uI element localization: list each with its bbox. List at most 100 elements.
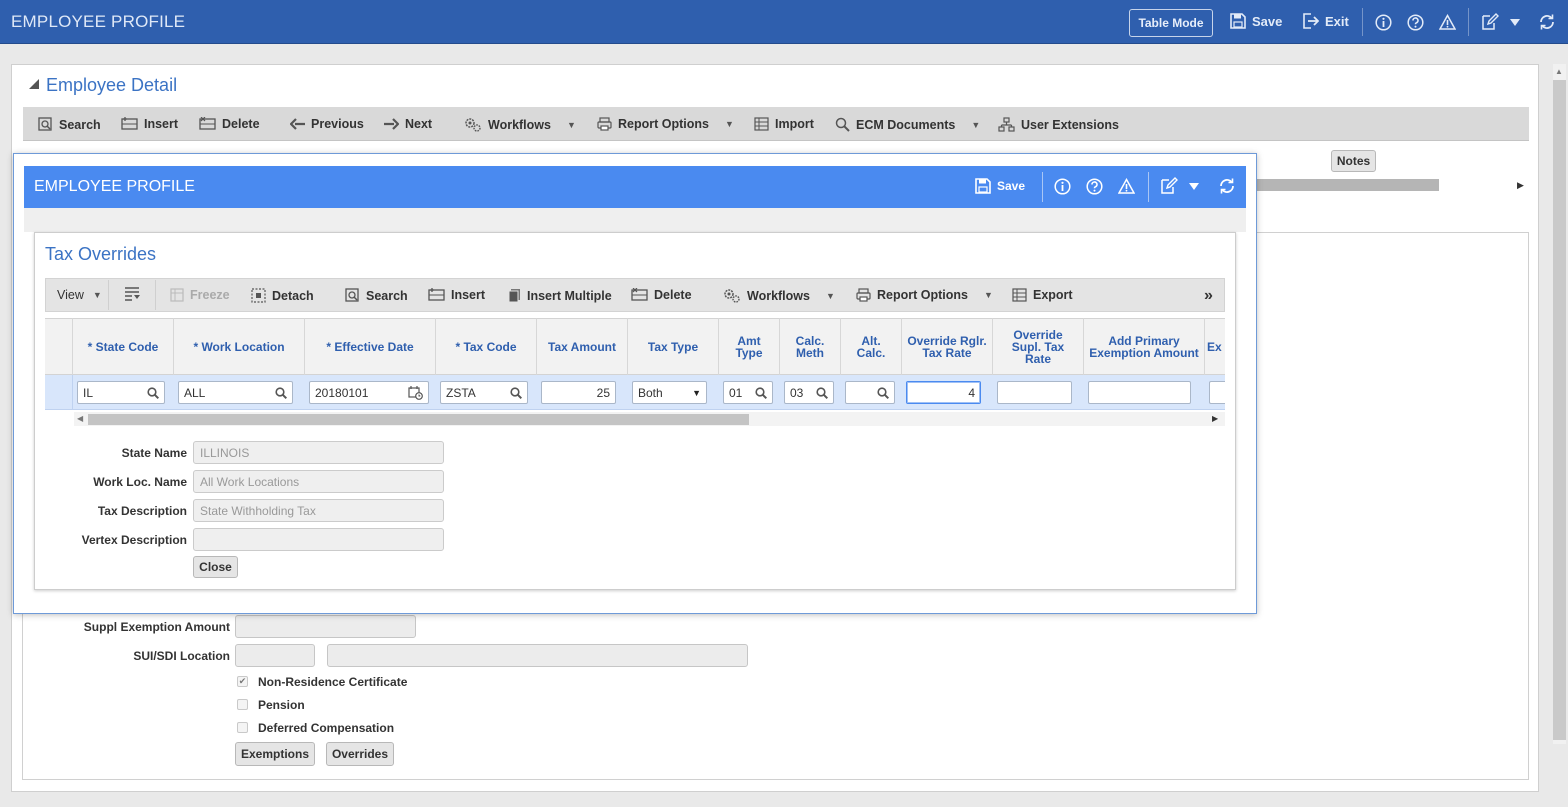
bg-delete-button[interactable]: Delete <box>199 117 260 131</box>
work-location-input[interactable]: ALL <box>178 381 293 404</box>
tax-code-input[interactable]: ZSTA <box>440 381 528 404</box>
bg-next-button[interactable]: Next <box>384 117 432 131</box>
delete-icon <box>631 288 648 302</box>
freeze-button[interactable]: Freeze <box>170 288 230 302</box>
help-icon[interactable] <box>1086 178 1103 195</box>
tax-type-select[interactable]: Both ▼ <box>632 381 707 404</box>
col-calc-meth[interactable]: Calc. Meth <box>779 318 840 375</box>
chevron-down-icon[interactable]: ▼ <box>971 120 980 130</box>
non-residence-checkbox[interactable]: ✔ <box>237 676 248 687</box>
warning-icon[interactable] <box>1439 14 1456 30</box>
search-button[interactable]: Search <box>345 288 408 303</box>
edit-icon[interactable] <box>1160 177 1178 195</box>
insert-multiple-button[interactable]: Insert Multiple <box>508 288 612 303</box>
insert-button[interactable]: Insert <box>428 288 485 302</box>
search-icon[interactable] <box>755 386 767 399</box>
modal-save-button[interactable]: Save <box>975 178 1025 194</box>
chevron-down-icon[interactable] <box>1510 19 1520 26</box>
help-icon[interactable] <box>1407 14 1424 31</box>
sui-sdi-code-field[interactable] <box>235 644 315 667</box>
col-tax-amount[interactable]: Tax Amount <box>536 318 627 375</box>
grid-hscroll-thumb[interactable] <box>88 414 749 425</box>
search-icon[interactable] <box>877 386 889 399</box>
tax-amount-input[interactable]: 25 <box>541 381 616 404</box>
filter-columns-icon[interactable] <box>124 287 140 302</box>
add-primary-input[interactable] <box>1088 381 1191 404</box>
notes-button[interactable]: Notes <box>1331 150 1376 172</box>
view-dropdown[interactable]: View ▼ <box>57 288 102 302</box>
edit-icon[interactable] <box>1481 13 1499 31</box>
info-icon[interactable] <box>1054 178 1071 195</box>
info-icon[interactable] <box>1375 14 1392 31</box>
close-button[interactable]: Close <box>193 556 238 578</box>
bg-previous-button[interactable]: Previous <box>290 117 364 131</box>
chevron-down-icon[interactable]: ▼ <box>725 119 734 129</box>
table-mode-button[interactable]: Table Mode <box>1129 9 1213 37</box>
bg-insert-button[interactable]: Insert <box>121 117 178 131</box>
col-override-supl[interactable]: Override Supl. Tax Rate <box>992 318 1083 375</box>
deferred-comp-checkbox[interactable] <box>237 722 248 733</box>
search-icon[interactable] <box>510 386 522 399</box>
overrides-button[interactable]: Overrides <box>326 742 394 766</box>
refresh-icon[interactable] <box>1218 177 1236 195</box>
search-icon[interactable] <box>816 386 828 399</box>
chevron-down-icon[interactable]: ▼ <box>567 120 576 130</box>
bg-grid-scrollbar[interactable] <box>1257 179 1439 191</box>
collapse-triangle-icon[interactable] <box>29 79 39 89</box>
refresh-icon[interactable] <box>1538 13 1556 31</box>
bg-form-frame <box>1257 232 1529 780</box>
calc-meth-input[interactable]: 03 <box>784 381 834 404</box>
state-code-input[interactable]: IL <box>77 381 165 404</box>
col-tax-type[interactable]: Tax Type <box>627 318 718 375</box>
col-amt-type[interactable]: Amt Type <box>718 318 779 375</box>
chevron-down-icon[interactable]: ▼ <box>984 290 993 300</box>
override-supl-input[interactable] <box>997 381 1072 404</box>
page-scrollbar-thumb[interactable] <box>1553 80 1566 740</box>
workflows-button[interactable]: Workflows ▼ <box>723 288 835 303</box>
col-state-code[interactable]: * State Code <box>72 318 173 375</box>
header-save-label: Save <box>1252 13 1283 29</box>
effective-date-input[interactable]: 20180101 <box>309 381 429 404</box>
bg-search-button[interactable]: Search <box>38 117 101 132</box>
export-button[interactable]: Export <box>1012 288 1073 302</box>
col-effective-date[interactable]: * Effective Date <box>304 318 435 375</box>
chevron-down-icon[interactable] <box>1189 183 1199 190</box>
chevron-right-icon[interactable]: ▶ <box>1212 414 1218 423</box>
pension-checkbox[interactable] <box>237 699 248 710</box>
chevron-right-icon[interactable]: ▶ <box>1517 180 1524 191</box>
search-icon[interactable] <box>275 386 287 399</box>
search-icon[interactable] <box>147 386 159 399</box>
override-rglr-input[interactable]: 4 <box>906 381 981 404</box>
amt-type-input[interactable]: 01 <box>723 381 773 404</box>
chevron-left-icon[interactable]: ◀ <box>77 414 83 423</box>
calendar-icon[interactable] <box>408 385 423 400</box>
alt-calc-input[interactable] <box>845 381 895 404</box>
suppl-exemption-field[interactable] <box>235 615 416 638</box>
tax-overrides-title: Tax Overrides <box>45 244 157 264</box>
col-add-primary[interactable]: Add Primary Exemption Amount <box>1083 318 1204 375</box>
exemptions-button[interactable]: Exemptions <box>235 742 315 766</box>
bg-import-button[interactable]: Import <box>754 117 814 131</box>
col-ex-truncated[interactable]: Ex <box>1204 318 1225 375</box>
sui-sdi-description-field[interactable] <box>327 644 748 667</box>
chevron-up-icon[interactable]: ▲ <box>1555 67 1563 76</box>
pension-label: Pension <box>258 698 305 712</box>
col-tax-code[interactable]: * Tax Code <box>435 318 536 375</box>
more-chevrons-icon[interactable]: » <box>1204 287 1213 305</box>
header-exit-button[interactable]: Exit <box>1302 13 1349 29</box>
warning-icon[interactable] <box>1118 178 1135 194</box>
report-options-button[interactable]: Report Options ▼ <box>856 288 993 302</box>
col-override-rglr[interactable]: Override Rglr. Tax Rate <box>901 318 992 375</box>
col-alt-calc[interactable]: Alt. Calc. <box>840 318 901 375</box>
col-work-location[interactable]: * Work Location <box>173 318 304 375</box>
detach-button[interactable]: Detach <box>251 288 314 303</box>
bg-ecm-documents-button[interactable]: ECM Documents ▼ <box>835 117 980 132</box>
bg-workflows-button[interactable]: Workflows ▼ <box>464 117 576 132</box>
bg-user-extensions-button[interactable]: User Extensions <box>998 117 1119 132</box>
ex-input-truncated[interactable] <box>1209 381 1225 404</box>
gears-icon <box>464 117 482 132</box>
bg-report-options-button[interactable]: Report Options ▼ <box>597 117 734 131</box>
delete-button[interactable]: Delete <box>631 288 692 302</box>
chevron-down-icon[interactable]: ▼ <box>826 291 835 301</box>
header-save-button[interactable]: Save <box>1230 13 1282 29</box>
